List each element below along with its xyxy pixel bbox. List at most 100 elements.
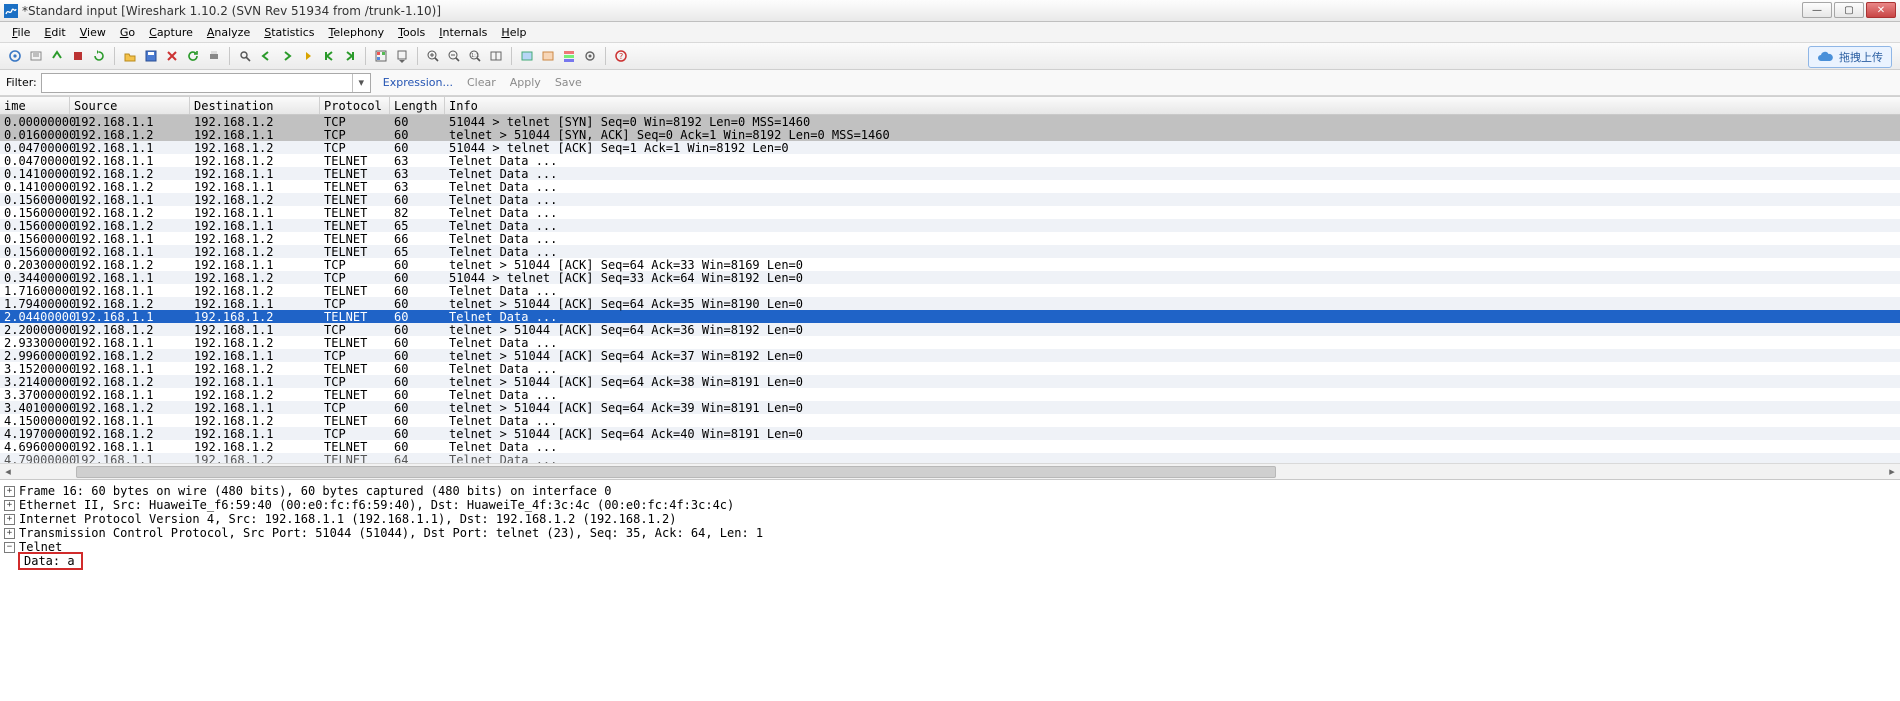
horizontal-scrollbar[interactable]: ◂ ▸: [0, 463, 1900, 479]
go-last-icon[interactable]: [341, 47, 359, 65]
tree-tcp[interactable]: +Transmission Control Protocol, Src Port…: [4, 526, 1896, 540]
filter-dropdown-icon[interactable]: ▾: [352, 74, 370, 92]
packet-row[interactable]: 0.04700000192.168.1.1192.168.1.2TCP60510…: [0, 141, 1900, 154]
stop-capture-icon[interactable]: [69, 47, 87, 65]
start-capture-icon[interactable]: [48, 47, 66, 65]
tree-frame[interactable]: +Frame 16: 60 bytes on wire (480 bits), …: [4, 484, 1896, 498]
toolbar-separator: [365, 47, 366, 65]
drag-upload-button[interactable]: 拖拽上传: [1808, 46, 1892, 68]
packet-row[interactable]: 2.04400000192.168.1.1192.168.1.2TELNET60…: [0, 310, 1900, 323]
packet-row[interactable]: 0.34400000192.168.1.1192.168.1.2TCP60510…: [0, 271, 1900, 284]
display-filters-icon[interactable]: [539, 47, 557, 65]
tree-telnet[interactable]: −Telnet: [4, 540, 1896, 554]
go-first-icon[interactable]: [320, 47, 338, 65]
menu-telephony[interactable]: Telephony: [323, 24, 391, 41]
menu-go[interactable]: Go: [114, 24, 141, 41]
packet-row[interactable]: 0.15600000192.168.1.2192.168.1.1TELNET82…: [0, 206, 1900, 219]
packet-row[interactable]: 4.15000000192.168.1.1192.168.1.2TELNET60…: [0, 414, 1900, 427]
expand-icon[interactable]: +: [4, 500, 15, 511]
packet-row[interactable]: 0.01600000192.168.1.2192.168.1.1TCP60tel…: [0, 128, 1900, 141]
save-file-icon[interactable]: [142, 47, 160, 65]
packet-row[interactable]: 1.71600000192.168.1.1192.168.1.2TELNET60…: [0, 284, 1900, 297]
tree-ethernet[interactable]: +Ethernet II, Src: HuaweiTe_f6:59:40 (00…: [4, 498, 1896, 512]
col-length[interactable]: Length: [390, 97, 445, 114]
tree-telnet-data[interactable]: Data: a: [4, 554, 1896, 568]
go-back-icon[interactable]: [257, 47, 275, 65]
expression-link[interactable]: Expression...: [383, 76, 453, 89]
menu-edit[interactable]: Edit: [38, 24, 71, 41]
menubar: FileEditViewGoCaptureAnalyzeStatisticsTe…: [0, 22, 1900, 42]
col-protocol[interactable]: Protocol: [320, 97, 390, 114]
window-minimize-button[interactable]: —: [1802, 2, 1832, 18]
packet-row[interactable]: 4.19700000192.168.1.2192.168.1.1TCP60tel…: [0, 427, 1900, 440]
packet-row[interactable]: 0.04700000192.168.1.1192.168.1.2TELNET63…: [0, 154, 1900, 167]
zoom-in-icon[interactable]: [424, 47, 442, 65]
scroll-right-icon[interactable]: ▸: [1884, 465, 1900, 479]
menu-analyze[interactable]: Analyze: [201, 24, 256, 41]
col-destination[interactable]: Destination: [190, 97, 320, 114]
col-time[interactable]: ime: [0, 97, 70, 114]
packet-row[interactable]: 3.37000000192.168.1.1192.168.1.2TELNET60…: [0, 388, 1900, 401]
packet-row[interactable]: 4.79000000192.168.1.1192.168.1.2TELNET64…: [0, 453, 1900, 463]
capture-filters-icon[interactable]: [518, 47, 536, 65]
zoom-out-icon[interactable]: [445, 47, 463, 65]
packet-row[interactable]: 0.00000000192.168.1.1192.168.1.2TCP60510…: [0, 115, 1900, 128]
go-to-packet-icon[interactable]: [299, 47, 317, 65]
menu-view[interactable]: View: [74, 24, 112, 41]
menu-tools[interactable]: Tools: [392, 24, 431, 41]
packet-row[interactable]: 2.20000000192.168.1.2192.168.1.1TCP60tel…: [0, 323, 1900, 336]
packet-row[interactable]: 3.21400000192.168.1.2192.168.1.1TCP60tel…: [0, 375, 1900, 388]
packet-row[interactable]: 1.79400000192.168.1.2192.168.1.1TCP60tel…: [0, 297, 1900, 310]
preferences-icon[interactable]: [581, 47, 599, 65]
scroll-left-icon[interactable]: ◂: [0, 465, 16, 479]
col-source[interactable]: Source: [70, 97, 190, 114]
window-title: *Standard input [Wireshark 1.10.2 (SVN R…: [22, 4, 441, 18]
packet-row[interactable]: 0.14100000192.168.1.2192.168.1.1TELNET63…: [0, 180, 1900, 193]
menu-capture[interactable]: Capture: [143, 24, 199, 41]
auto-scroll-icon[interactable]: [393, 47, 411, 65]
packet-row[interactable]: 0.20300000192.168.1.2192.168.1.1TCP60tel…: [0, 258, 1900, 271]
scroll-thumb[interactable]: [76, 466, 1276, 478]
col-info[interactable]: Info: [445, 97, 1900, 114]
reload-icon[interactable]: [184, 47, 202, 65]
open-file-icon[interactable]: [121, 47, 139, 65]
toolbar-separator: [511, 47, 512, 65]
packet-row[interactable]: 0.15600000192.168.1.1192.168.1.2TELNET66…: [0, 232, 1900, 245]
menu-statistics[interactable]: Statistics: [258, 24, 320, 41]
expand-icon[interactable]: +: [4, 514, 15, 525]
packet-row[interactable]: 3.40100000192.168.1.2192.168.1.1TCP60tel…: [0, 401, 1900, 414]
capture-options-icon[interactable]: [27, 47, 45, 65]
packet-row[interactable]: 3.15200000192.168.1.1192.168.1.2TELNET60…: [0, 362, 1900, 375]
save-link[interactable]: Save: [555, 76, 582, 89]
menu-internals[interactable]: Internals: [433, 24, 493, 41]
colorize-icon[interactable]: [372, 47, 390, 65]
packet-row[interactable]: 4.69600000192.168.1.1192.168.1.2TELNET60…: [0, 440, 1900, 453]
expand-icon[interactable]: +: [4, 486, 15, 497]
close-file-icon[interactable]: [163, 47, 181, 65]
help-icon[interactable]: ?: [612, 47, 630, 65]
find-icon[interactable]: [236, 47, 254, 65]
zoom-11-icon[interactable]: 1:1: [466, 47, 484, 65]
packet-row[interactable]: 2.93300000192.168.1.1192.168.1.2TELNET60…: [0, 336, 1900, 349]
coloring-rules-icon[interactable]: [560, 47, 578, 65]
window-maximize-button[interactable]: ▢: [1834, 2, 1864, 18]
tree-ip[interactable]: +Internet Protocol Version 4, Src: 192.1…: [4, 512, 1896, 526]
clear-link[interactable]: Clear: [467, 76, 496, 89]
packet-row[interactable]: 0.15600000192.168.1.1192.168.1.2TELNET65…: [0, 245, 1900, 258]
menu-file[interactable]: File: [6, 24, 36, 41]
packet-row[interactable]: 0.15600000192.168.1.1192.168.1.2TELNET60…: [0, 193, 1900, 206]
resize-columns-icon[interactable]: [487, 47, 505, 65]
list-interfaces-icon[interactable]: [6, 47, 24, 65]
packet-row[interactable]: 2.99600000192.168.1.2192.168.1.1TCP60tel…: [0, 349, 1900, 362]
apply-link[interactable]: Apply: [510, 76, 541, 89]
filter-input[interactable]: [42, 74, 352, 92]
go-forward-icon[interactable]: [278, 47, 296, 65]
packet-row[interactable]: 0.15600000192.168.1.2192.168.1.1TELNET65…: [0, 219, 1900, 232]
expand-icon[interactable]: +: [4, 528, 15, 539]
menu-help[interactable]: Help: [495, 24, 532, 41]
window-close-button[interactable]: ✕: [1866, 2, 1896, 18]
print-icon[interactable]: [205, 47, 223, 65]
collapse-icon[interactable]: −: [4, 542, 15, 553]
restart-capture-icon[interactable]: [90, 47, 108, 65]
packet-row[interactable]: 0.14100000192.168.1.2192.168.1.1TELNET63…: [0, 167, 1900, 180]
